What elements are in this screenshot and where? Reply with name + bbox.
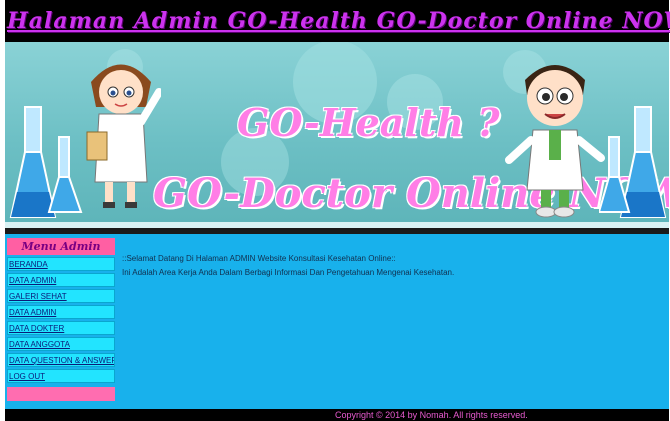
menu-item-galeri-sehat[interactable]: GALERI SEHAT	[7, 289, 115, 303]
menu-item-data-dokter[interactable]: DATA DOKTER	[7, 321, 115, 335]
footer: Copyright © 2014 by Nomah. All rights re…	[5, 409, 669, 421]
menu-item-data-admin[interactable]: DATA ADMIN	[7, 273, 115, 287]
menu-item-data-question-answer[interactable]: DATA QUESTION & ANSWER	[7, 353, 115, 367]
menu-item-data-anggota[interactable]: DATA ANGGOTA	[7, 337, 115, 351]
site-title: Halaman Admin GO-Health GO-Doctor Online…	[7, 8, 670, 34]
menu-item-data-admin-2[interactable]: DATA ADMIN	[7, 305, 115, 319]
welcome-description: Ini Adalah Area Kerja Anda Dalam Berbagi…	[122, 268, 455, 277]
female-doctor-illustration	[86, 64, 161, 208]
male-doctor-illustration	[505, 65, 605, 218]
menu-title: Menu Admin	[7, 238, 115, 255]
admin-menu: Menu Admin BERANDA DATA ADMIN GALERI SEH…	[7, 238, 115, 408]
title-bar: Halaman Admin GO-Health GO-Doctor Online…	[5, 6, 670, 42]
flask-icon	[599, 106, 667, 218]
menu-footer	[7, 387, 115, 401]
menu-item-logout[interactable]: LOG OUT	[7, 369, 115, 383]
copyright-text: Copyright © 2014 by Nomah. All rights re…	[335, 410, 528, 420]
welcome-message: ::Selamat Datang Di Halaman ADMIN Websit…	[122, 254, 396, 263]
menu-item-beranda[interactable]: BERANDA	[7, 257, 115, 271]
flask-icon	[9, 106, 83, 218]
banner-headline-1: GO-Health ?	[237, 100, 500, 145]
header-banner: GO-Health ? GO-Doctor Online NOW!	[5, 42, 669, 228]
